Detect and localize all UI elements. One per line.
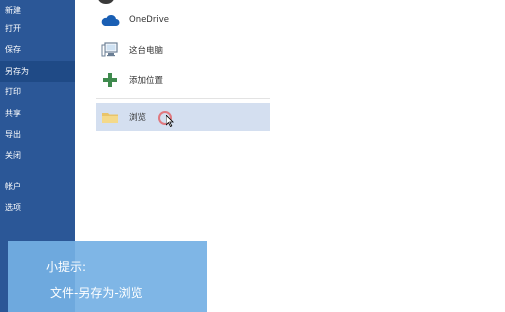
plus-icon [100, 71, 120, 89]
sidebar-item-account[interactable]: 帐户 [0, 176, 75, 197]
sidebar-item-export[interactable]: 导出 [0, 124, 75, 145]
sidebar-item-share[interactable]: 共享 [0, 103, 75, 124]
folder-icon [100, 108, 120, 126]
sidebar-item-options[interactable]: 选项 [0, 197, 75, 218]
sidebar-item-save-as[interactable]: 另存为 [0, 61, 75, 82]
place-onedrive-label: OneDrive [129, 15, 169, 25]
tip-overlay: 小提示: 文件-另存为-浏览 [8, 241, 207, 312]
sidebar-item-open[interactable]: 打开 [0, 18, 75, 39]
place-this-pc-label: 这台电脑 [129, 46, 164, 56]
place-onedrive[interactable]: OneDrive [96, 6, 270, 34]
tip-text: 文件-另存为-浏览 [50, 286, 143, 300]
places-divider [96, 98, 270, 99]
sidebar-item-print[interactable]: 打印 [0, 81, 75, 102]
computer-icon [100, 41, 120, 59]
place-browse[interactable]: 浏览 [96, 103, 270, 131]
tip-title: 小提示: [46, 260, 87, 274]
sidebar-item-save[interactable]: 保存 [0, 39, 75, 60]
place-this-pc[interactable]: 这台电脑 [96, 36, 270, 64]
recent-folders-pane [284, 0, 505, 312]
sidebar-item-close[interactable]: 关闭 [0, 145, 75, 166]
place-browse-label: 浏览 [129, 113, 147, 123]
cursor-arrow-icon [166, 115, 174, 127]
cloud-icon [100, 11, 120, 29]
save-as-backstage: 新建 打开 保存 另存为 打印 共享 导出 关闭 帐户 选项 OneDrive [0, 0, 505, 312]
place-add-location-label: 添加位置 [129, 76, 164, 86]
place-add-location[interactable]: 添加位置 [96, 66, 270, 94]
